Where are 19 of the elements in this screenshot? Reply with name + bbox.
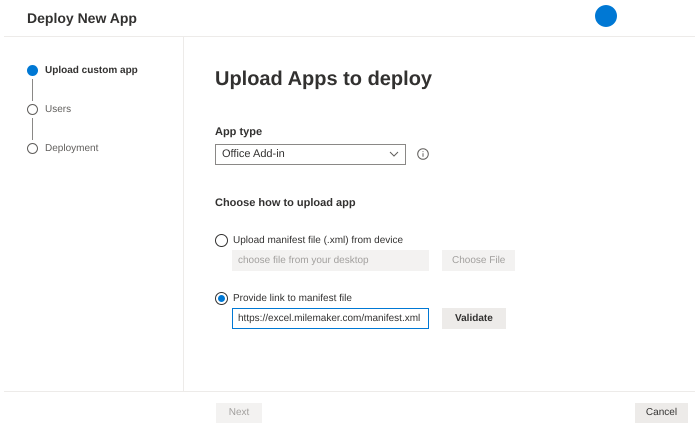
info-icon[interactable] xyxy=(417,148,429,160)
cancel-button[interactable]: Cancel xyxy=(635,402,688,422)
step-label: Deployment xyxy=(45,142,98,156)
field-label: App type xyxy=(215,125,264,140)
panel-title: Deploy New App xyxy=(27,8,137,28)
radio-label: Provide link to manifest file xyxy=(233,292,352,306)
section-label: Choose how to upload app xyxy=(215,196,357,210)
step-label: Users xyxy=(45,103,72,117)
radio-button[interactable] xyxy=(215,292,228,305)
radio-label: Upload manifest file (.xml) from device xyxy=(233,234,404,248)
app-type-dropdown[interactable]: Office Add-in xyxy=(215,144,406,164)
account-avatar[interactable] xyxy=(595,5,617,27)
step-label: Upload custom app xyxy=(45,64,138,78)
chevron-down-icon xyxy=(389,151,399,157)
file-path-field[interactable]: choose file from your desktop xyxy=(232,250,429,271)
radio-button[interactable] xyxy=(215,234,228,247)
manifest-url-field[interactable]: https://excel.milemaker.com/manifest.xml xyxy=(232,308,429,329)
validate-button[interactable]: Validate xyxy=(442,308,506,329)
page-heading: Upload Apps to deploy xyxy=(215,67,434,92)
